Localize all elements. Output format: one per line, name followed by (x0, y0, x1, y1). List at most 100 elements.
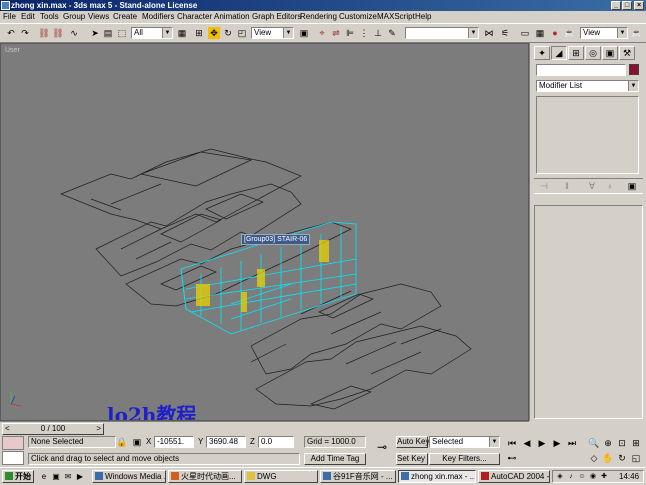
modify-tab-icon[interactable]: ◢ (551, 46, 567, 60)
object-name-field[interactable] (536, 64, 626, 76)
arc-rotate-icon[interactable]: ↻ (616, 452, 628, 464)
zoom-all-icon[interactable]: ⊕ (602, 437, 614, 449)
remove-modifier-icon[interactable]: ♁ (604, 180, 616, 192)
spacing-tool-icon[interactable]: ⋮ (358, 27, 370, 39)
start-button[interactable]: 开始 (2, 470, 34, 483)
menu-file[interactable]: File (3, 12, 16, 22)
menu-views[interactable]: Views (88, 12, 109, 22)
menu-graph-editors[interactable]: Graph Editors (252, 12, 301, 22)
window-crossing-icon[interactable]: ⊞ (193, 27, 205, 39)
schematic-view-icon[interactable]: ▦ (534, 27, 546, 39)
app-icon[interactable] (1, 1, 10, 10)
menu-rendering[interactable]: Rendering (300, 12, 337, 22)
quick-launch-media-icon[interactable]: ▶ (74, 471, 86, 483)
maxscript-mini-listener[interactable] (2, 451, 24, 465)
pan-icon[interactable]: ✋ (602, 452, 614, 464)
maxscript-listener-swatch[interactable] (2, 436, 24, 450)
render-type-dropdown[interactable]: View ▼ (580, 27, 628, 39)
menu-tools[interactable]: Tools (40, 12, 59, 22)
mirror-icon[interactable]: ⇌ (330, 27, 342, 39)
menu-animation[interactable]: Animation (214, 12, 250, 22)
pin-stack-icon[interactable]: ⊣ (538, 180, 550, 192)
configure-modifier-sets-icon[interactable]: ▣ (626, 180, 638, 192)
menu-customize[interactable]: Customize (339, 12, 377, 22)
reference-coordinate-dropdown[interactable]: View ▼ (251, 27, 294, 39)
make-unique-icon[interactable]: ∀ (586, 180, 598, 192)
render-scene-icon[interactable]: ☕ (564, 27, 576, 39)
lock-selection-icon[interactable]: 🔒 (116, 436, 128, 448)
quick-launch-ie-icon[interactable]: e (38, 471, 50, 483)
perspective-viewport[interactable]: User [Group03] STAIR-06 lo2h教程 (0, 43, 529, 421)
previous-frame-icon[interactable]: ◀ (521, 437, 533, 449)
motion-tab-icon[interactable]: ◎ (585, 46, 601, 60)
modifier-stack[interactable] (536, 96, 639, 174)
mirror-selected-icon[interactable]: ⋈ (483, 27, 495, 39)
play-icon[interactable]: ▶ (536, 437, 548, 449)
bind-space-warp-icon[interactable]: ∿ (68, 27, 80, 39)
x-coordinate-field[interactable]: -10551. (154, 436, 194, 448)
quick-launch-outlook-icon[interactable]: ✉ (62, 471, 74, 483)
task-autocad[interactable]: AutoCAD 2004 - ... (478, 470, 550, 483)
absolute-mode-icon[interactable]: ▣ (131, 436, 143, 448)
show-end-result-icon[interactable]: ‖ (561, 180, 573, 192)
named-selection-icon[interactable]: ✎ (386, 27, 398, 39)
zoom-icon[interactable]: 🔍 (588, 437, 600, 449)
select-and-move-icon[interactable]: ✥ (208, 27, 220, 39)
set-key-button[interactable]: Set Key (396, 453, 428, 465)
object-color-swatch[interactable] (629, 64, 639, 75)
task-huoxing[interactable]: 火星时代动画... (168, 470, 242, 483)
add-time-tag-button[interactable]: Add Time Tag (304, 453, 366, 465)
auto-key-button[interactable]: Auto Key (396, 436, 429, 448)
task-3dsmax[interactable]: zhong xin.max - ... (398, 470, 476, 483)
close-button[interactable]: × (634, 1, 644, 10)
menu-help[interactable]: Help (415, 12, 431, 22)
zoom-extents-all-icon[interactable]: ⊞ (630, 437, 642, 449)
select-and-link-icon[interactable]: ⛓ (38, 27, 50, 39)
menu-character[interactable]: Character (177, 12, 212, 22)
minimize-button[interactable]: _ (611, 1, 621, 10)
maximize-viewport-icon[interactable]: ◱ (630, 452, 642, 464)
menu-maxscript[interactable]: MAXScript (377, 12, 415, 22)
key-filters-button[interactable]: Key Filters... (429, 453, 500, 465)
modifier-list-dropdown[interactable]: Modifier List ▼ (536, 80, 639, 92)
menu-group[interactable]: Group (63, 12, 85, 22)
display-tab-icon[interactable]: ▣ (602, 46, 618, 60)
selection-filter-dropdown[interactable]: All ▼ (131, 27, 173, 39)
utilities-tab-icon[interactable]: ⚒ (619, 46, 635, 60)
default-in-out-tangent-key-icon[interactable]: ⊸ (372, 441, 392, 453)
align-selected-icon[interactable]: ⚟ (499, 27, 511, 39)
zoom-extents-icon[interactable]: ⊡ (616, 437, 628, 449)
quick-launch-desktop-icon[interactable]: ▣ (50, 471, 62, 483)
rectangular-selection-icon[interactable]: ⬚ (116, 27, 128, 39)
time-slider-track[interactable]: < 0 / 100 > (0, 421, 529, 435)
menu-create[interactable]: Create (113, 12, 137, 22)
menu-edit[interactable]: Edit (21, 12, 35, 22)
time-slider-handle[interactable]: < 0 / 100 > (2, 423, 104, 435)
menu-modifiers[interactable]: Modifiers (142, 12, 174, 22)
select-by-name-icon[interactable]: ▤ (102, 27, 114, 39)
undo-icon[interactable]: ↶ (5, 27, 17, 39)
key-mode-toggle-icon[interactable]: ⊷ (506, 452, 518, 464)
key-mode-dropdown[interactable]: Selected ▼ (429, 436, 500, 448)
pivot-center-icon[interactable]: ▣ (298, 27, 310, 39)
select-object-icon[interactable]: ➤ (89, 27, 101, 39)
task-music[interactable]: 谷91F音乐网 - ... (320, 470, 396, 483)
curve-editor-icon[interactable]: ▭ (519, 27, 531, 39)
field-of-view-icon[interactable]: ◇ (588, 452, 600, 464)
redo-icon[interactable]: ↷ (19, 27, 31, 39)
z-coordinate-field[interactable]: 0.0 (258, 436, 294, 448)
next-frame-icon[interactable]: ▶ (551, 437, 563, 449)
material-editor-icon[interactable]: ● (549, 27, 561, 39)
normal-align-icon[interactable]: ⊥ (372, 27, 384, 39)
maximize-button[interactable]: □ (622, 1, 632, 10)
go-to-start-icon[interactable]: ⏮ (506, 437, 518, 449)
y-coordinate-field[interactable]: 3690.48 (206, 436, 246, 448)
tray-antivirus-icon[interactable]: ✚ (598, 471, 610, 483)
create-tab-icon[interactable]: ✦ (534, 46, 550, 60)
go-to-end-icon[interactable]: ⏭ (566, 437, 578, 449)
unlink-selection-icon[interactable]: ⛓ (52, 27, 64, 39)
quick-render-icon[interactable]: ☕ (631, 27, 643, 39)
select-and-rotate-icon[interactable]: ↻ (222, 27, 234, 39)
select-and-move-constraint-icon[interactable]: ⌖ (316, 27, 328, 39)
task-dwg[interactable]: DWG (244, 470, 318, 483)
